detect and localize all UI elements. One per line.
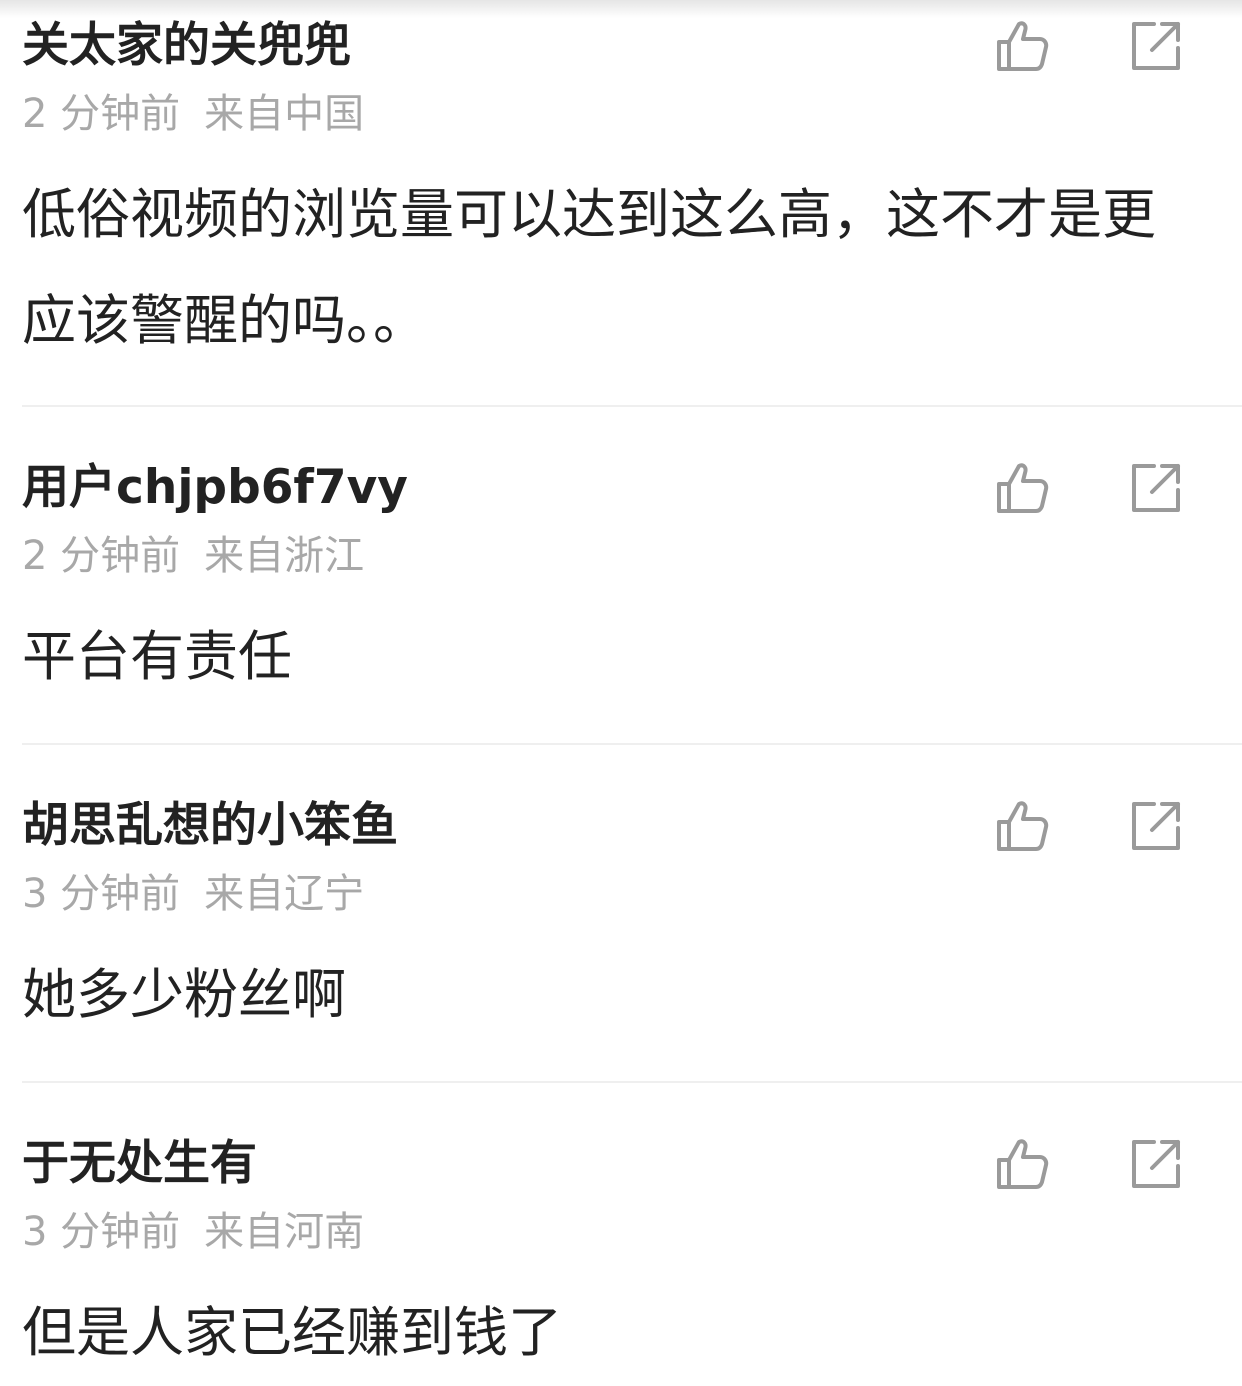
- share-icon: [1132, 22, 1180, 70]
- thumbs-up-icon: [997, 21, 1049, 71]
- like-button[interactable]: [994, 798, 1050, 854]
- comment-text[interactable]: 平台有责任: [22, 604, 1182, 710]
- comment-location: 来自辽宁: [204, 871, 365, 917]
- comment-location: 来自河南: [204, 1209, 365, 1255]
- share-button[interactable]: [1128, 798, 1184, 854]
- comment-location: 来自浙江: [204, 533, 365, 579]
- comment-divider: [22, 405, 1242, 407]
- comment-divider: [22, 743, 1242, 745]
- thumbs-up-icon: [997, 1139, 1049, 1189]
- comment-text[interactable]: 她多少粉丝啊: [22, 942, 1182, 1048]
- comment-meta: 2 分钟前 来自中国: [22, 90, 364, 138]
- comment-location: 来自中国: [204, 91, 365, 137]
- comment-text[interactable]: 低俗视频的浏览量可以达到这么高，这不才是更应该警醒的吗。。: [22, 162, 1182, 374]
- comment-divider: [22, 1081, 1242, 1083]
- thumbs-up-icon: [997, 801, 1049, 851]
- comment-meta: 3 分钟前 来自辽宁: [22, 870, 364, 918]
- share-icon: [1132, 802, 1180, 850]
- like-button[interactable]: [994, 1136, 1050, 1192]
- share-button[interactable]: [1128, 18, 1184, 74]
- share-icon: [1132, 464, 1180, 512]
- comment-time: 2 分钟前: [22, 91, 181, 137]
- comment-time: 3 分钟前: [22, 871, 181, 917]
- share-button[interactable]: [1128, 460, 1184, 516]
- like-button[interactable]: [994, 460, 1050, 516]
- comment-author[interactable]: 关太家的关兜兜: [22, 18, 351, 74]
- top-bar-shadow: [0, 0, 1242, 18]
- comment-time: 3 分钟前: [22, 1209, 181, 1255]
- comment-meta: 3 分钟前 来自河南: [22, 1208, 364, 1256]
- thumbs-up-icon: [997, 463, 1049, 513]
- comment-author[interactable]: 用户chjpb6f7vy: [22, 460, 408, 516]
- comment-meta: 2 分钟前 来自浙江: [22, 532, 364, 580]
- comment-author[interactable]: 于无处生有: [22, 1136, 257, 1192]
- share-icon: [1132, 1140, 1180, 1188]
- comment-author[interactable]: 胡思乱想的小笨鱼: [22, 798, 398, 854]
- comment-time: 2 分钟前: [22, 533, 181, 579]
- like-button[interactable]: [994, 18, 1050, 74]
- comment-list: 关太家的关兜兜 2 分钟前 来自中国 低俗视频的浏览量可以达到这么高，这不才是更应…: [0, 0, 1242, 1364]
- share-button[interactable]: [1128, 1136, 1184, 1192]
- comment-text[interactable]: 但是人家已经赚到钱了: [22, 1280, 1182, 1386]
